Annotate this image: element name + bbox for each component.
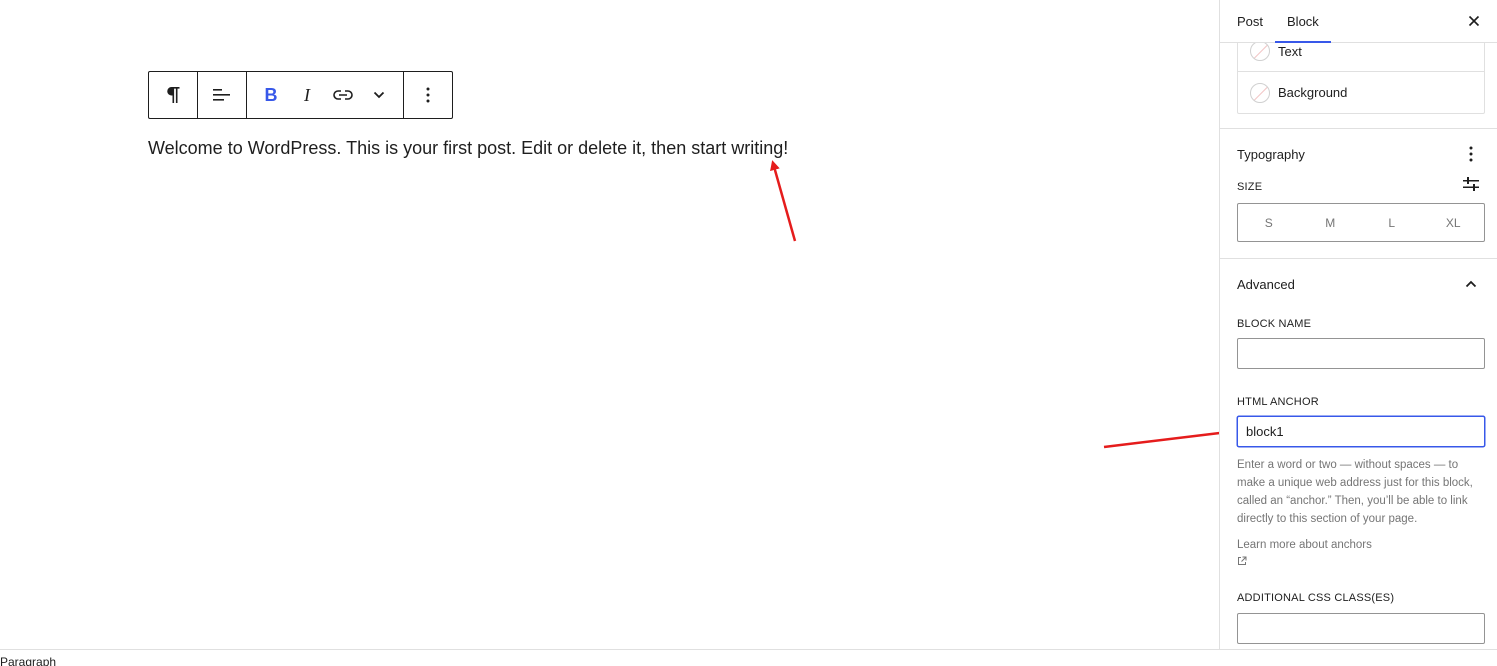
options-group (404, 72, 452, 118)
paragraph-icon[interactable] (149, 72, 197, 118)
bold-button[interactable]: B (253, 72, 289, 118)
alignment-group (198, 72, 247, 118)
size-option-xl[interactable]: XL (1423, 204, 1485, 241)
sidebar-tabs: Post Block (1220, 0, 1497, 43)
close-icon[interactable] (1461, 8, 1487, 34)
block-toolbar: B I (148, 71, 453, 119)
block-name-input[interactable] (1237, 338, 1485, 369)
settings-sidebar: Post Block Text Background Typography SI… (1219, 0, 1497, 649)
divider (1220, 128, 1497, 129)
italic-label: I (304, 84, 310, 105)
no-color-swatch-icon (1250, 82, 1270, 103)
tab-block[interactable]: Block (1275, 0, 1331, 43)
bold-label: B (264, 84, 278, 105)
link-icon[interactable] (325, 72, 361, 118)
html-anchor-label: HTML ANCHOR (1237, 396, 1319, 408)
html-anchor-input[interactable] (1237, 416, 1485, 447)
size-option-s[interactable]: S (1238, 204, 1300, 241)
color-item-label: Text (1278, 43, 1302, 59)
italic-button[interactable]: I (289, 72, 325, 118)
chevron-down-icon[interactable] (361, 72, 397, 118)
external-link-icon[interactable] (1237, 553, 1249, 565)
css-class-input[interactable] (1237, 613, 1485, 644)
size-option-m[interactable]: M (1300, 204, 1362, 241)
block-breadcrumb[interactable]: Paragraph (0, 655, 56, 666)
paragraph-block[interactable]: Welcome to WordPress. This is your first… (148, 136, 1048, 160)
more-vertical-icon[interactable] (404, 72, 452, 118)
footer-bar: Paragraph (0, 649, 1497, 666)
block-type-group (149, 72, 198, 118)
divider (1220, 258, 1497, 259)
color-item-background[interactable]: Background (1238, 72, 1484, 113)
advanced-title[interactable]: Advanced (1237, 277, 1295, 292)
block-name-label: BLOCK NAME (1237, 318, 1312, 330)
format-group: B I (247, 72, 404, 118)
color-item-label: Background (1278, 85, 1348, 100)
more-vertical-icon[interactable] (1459, 142, 1483, 166)
size-label: SIZE (1237, 181, 1263, 193)
anchor-help-text: Enter a word or two — without spaces — t… (1237, 459, 1473, 525)
size-option-l[interactable]: L (1361, 204, 1423, 241)
tab-post[interactable]: Post (1225, 0, 1275, 42)
editor-canvas: B I Welcome to WordPress. This is your f… (0, 0, 1219, 649)
font-size-picker: S M L XL (1237, 203, 1485, 242)
align-left-icon[interactable] (198, 72, 246, 118)
css-class-label: ADDITIONAL CSS CLASS(ES) (1237, 592, 1395, 604)
learn-more-link[interactable]: Learn more about anchors (1237, 537, 1372, 553)
no-color-swatch-icon (1250, 43, 1270, 61)
typography-title: Typography (1237, 147, 1305, 162)
chevron-up-icon[interactable] (1459, 272, 1483, 296)
custom-size-settings-icon[interactable] (1459, 172, 1483, 196)
